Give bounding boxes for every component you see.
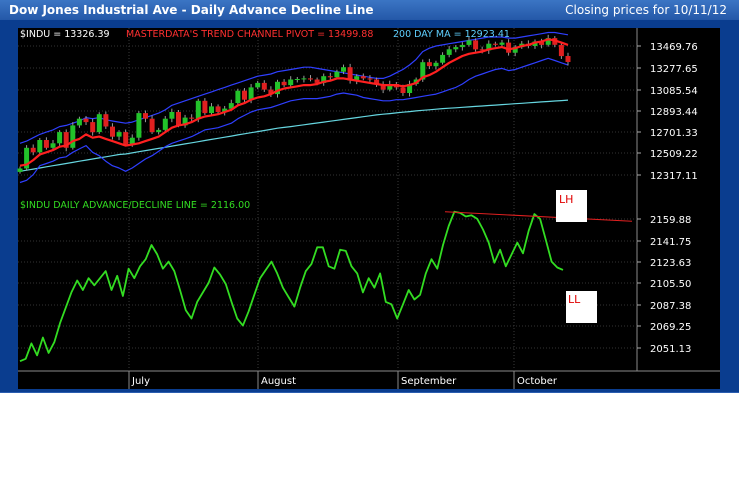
candle-up [294, 79, 300, 80]
x-axis-band [18, 371, 720, 389]
candle-down [30, 147, 36, 153]
price-ytick-label: 12317.11 [650, 171, 698, 182]
candle-down [473, 40, 479, 50]
candle-down [43, 140, 49, 148]
candle-down [308, 78, 313, 80]
candle-down [327, 76, 333, 78]
price-ytick-label: 13469.76 [650, 42, 698, 53]
candle-up [453, 47, 459, 50]
legend-ad: $INDU DAILY ADVANCE/DECLINE LINE = 2116.… [20, 200, 250, 211]
candle-up [334, 71, 340, 78]
ll-annotation: LL [568, 293, 581, 306]
candle-down [558, 44, 564, 57]
candle-up [440, 54, 446, 63]
candle-down [202, 100, 208, 114]
candle-down [176, 112, 181, 126]
candle-up [50, 143, 56, 148]
candle-up [37, 140, 43, 153]
candle-up [156, 129, 162, 133]
candle-up [17, 168, 23, 172]
candle-down [426, 62, 432, 67]
legend-ma: 200 DAY MA = 12923.41 [393, 29, 510, 40]
candle-down [281, 81, 287, 86]
ad-ytick-label: 2159.88 [650, 215, 691, 226]
candle-up [235, 90, 241, 103]
candle-down [400, 87, 406, 93]
candle-down [83, 118, 89, 123]
ad-ytick-label: 2087.38 [650, 301, 691, 312]
legend-price: $INDU = 13326.39 [20, 29, 110, 40]
candle-down [492, 43, 498, 45]
candle-up [255, 82, 261, 88]
lh-annotation: LH [559, 193, 573, 206]
candle-up [341, 67, 346, 72]
ad-ytick-label: 2123.63 [650, 258, 691, 269]
candle-up [209, 106, 214, 114]
candle-down [143, 113, 148, 119]
candle-up [459, 44, 465, 48]
candle-down [110, 126, 115, 137]
candle-up [96, 114, 102, 133]
candle-down [123, 132, 129, 145]
candle-down [360, 76, 366, 79]
ad-ytick-label: 2069.25 [650, 322, 691, 333]
price-ytick-label: 12509.22 [650, 149, 698, 160]
candle-up [76, 118, 82, 126]
candle-down [367, 78, 373, 80]
candle-up [248, 87, 254, 100]
candle-up [136, 113, 142, 138]
candle-down [261, 82, 267, 90]
candle-up [446, 49, 452, 55]
candle-down [242, 90, 247, 100]
candle-up [70, 125, 76, 148]
candle-up [466, 40, 472, 45]
candle-up [433, 62, 439, 67]
chart-frame: Dow Jones Industrial Ave - Daily Advance… [0, 0, 739, 393]
candle-up [195, 100, 201, 119]
candle-up [301, 78, 307, 80]
candle-down [90, 122, 96, 133]
candle-up [162, 118, 168, 130]
ad-ytick-label: 2141.75 [650, 237, 691, 248]
xtick-label: October [517, 376, 558, 387]
price-ytick-label: 12893.44 [650, 107, 698, 118]
candle-up [499, 42, 505, 45]
candle-down [189, 117, 195, 119]
candle-up [288, 79, 294, 86]
candle-up [57, 132, 63, 144]
candle-up [169, 112, 175, 119]
candle-down [215, 106, 221, 112]
candle-down [103, 114, 109, 127]
chart-svg: 13469.76 13277.65 13085.54 12893.44 12701.33… [17, 28, 720, 389]
xtick-label: August [261, 376, 296, 387]
candle-down [565, 56, 571, 62]
xtick-label: September [401, 376, 457, 387]
ad-ytick-label: 2051.13 [650, 344, 691, 355]
price-ytick-label: 12701.33 [650, 128, 698, 139]
xtick-label: July [131, 376, 150, 387]
price-ytick-label: 13277.65 [650, 64, 698, 75]
legend-pivot: MASTERDATA'S TREND CHANNEL PIVOT = 13499… [126, 29, 373, 40]
price-ytick-label: 13085.54 [650, 86, 698, 97]
ad-ytick-label: 2105.50 [650, 279, 691, 290]
candle-down [149, 118, 155, 133]
candle-up [116, 132, 122, 137]
